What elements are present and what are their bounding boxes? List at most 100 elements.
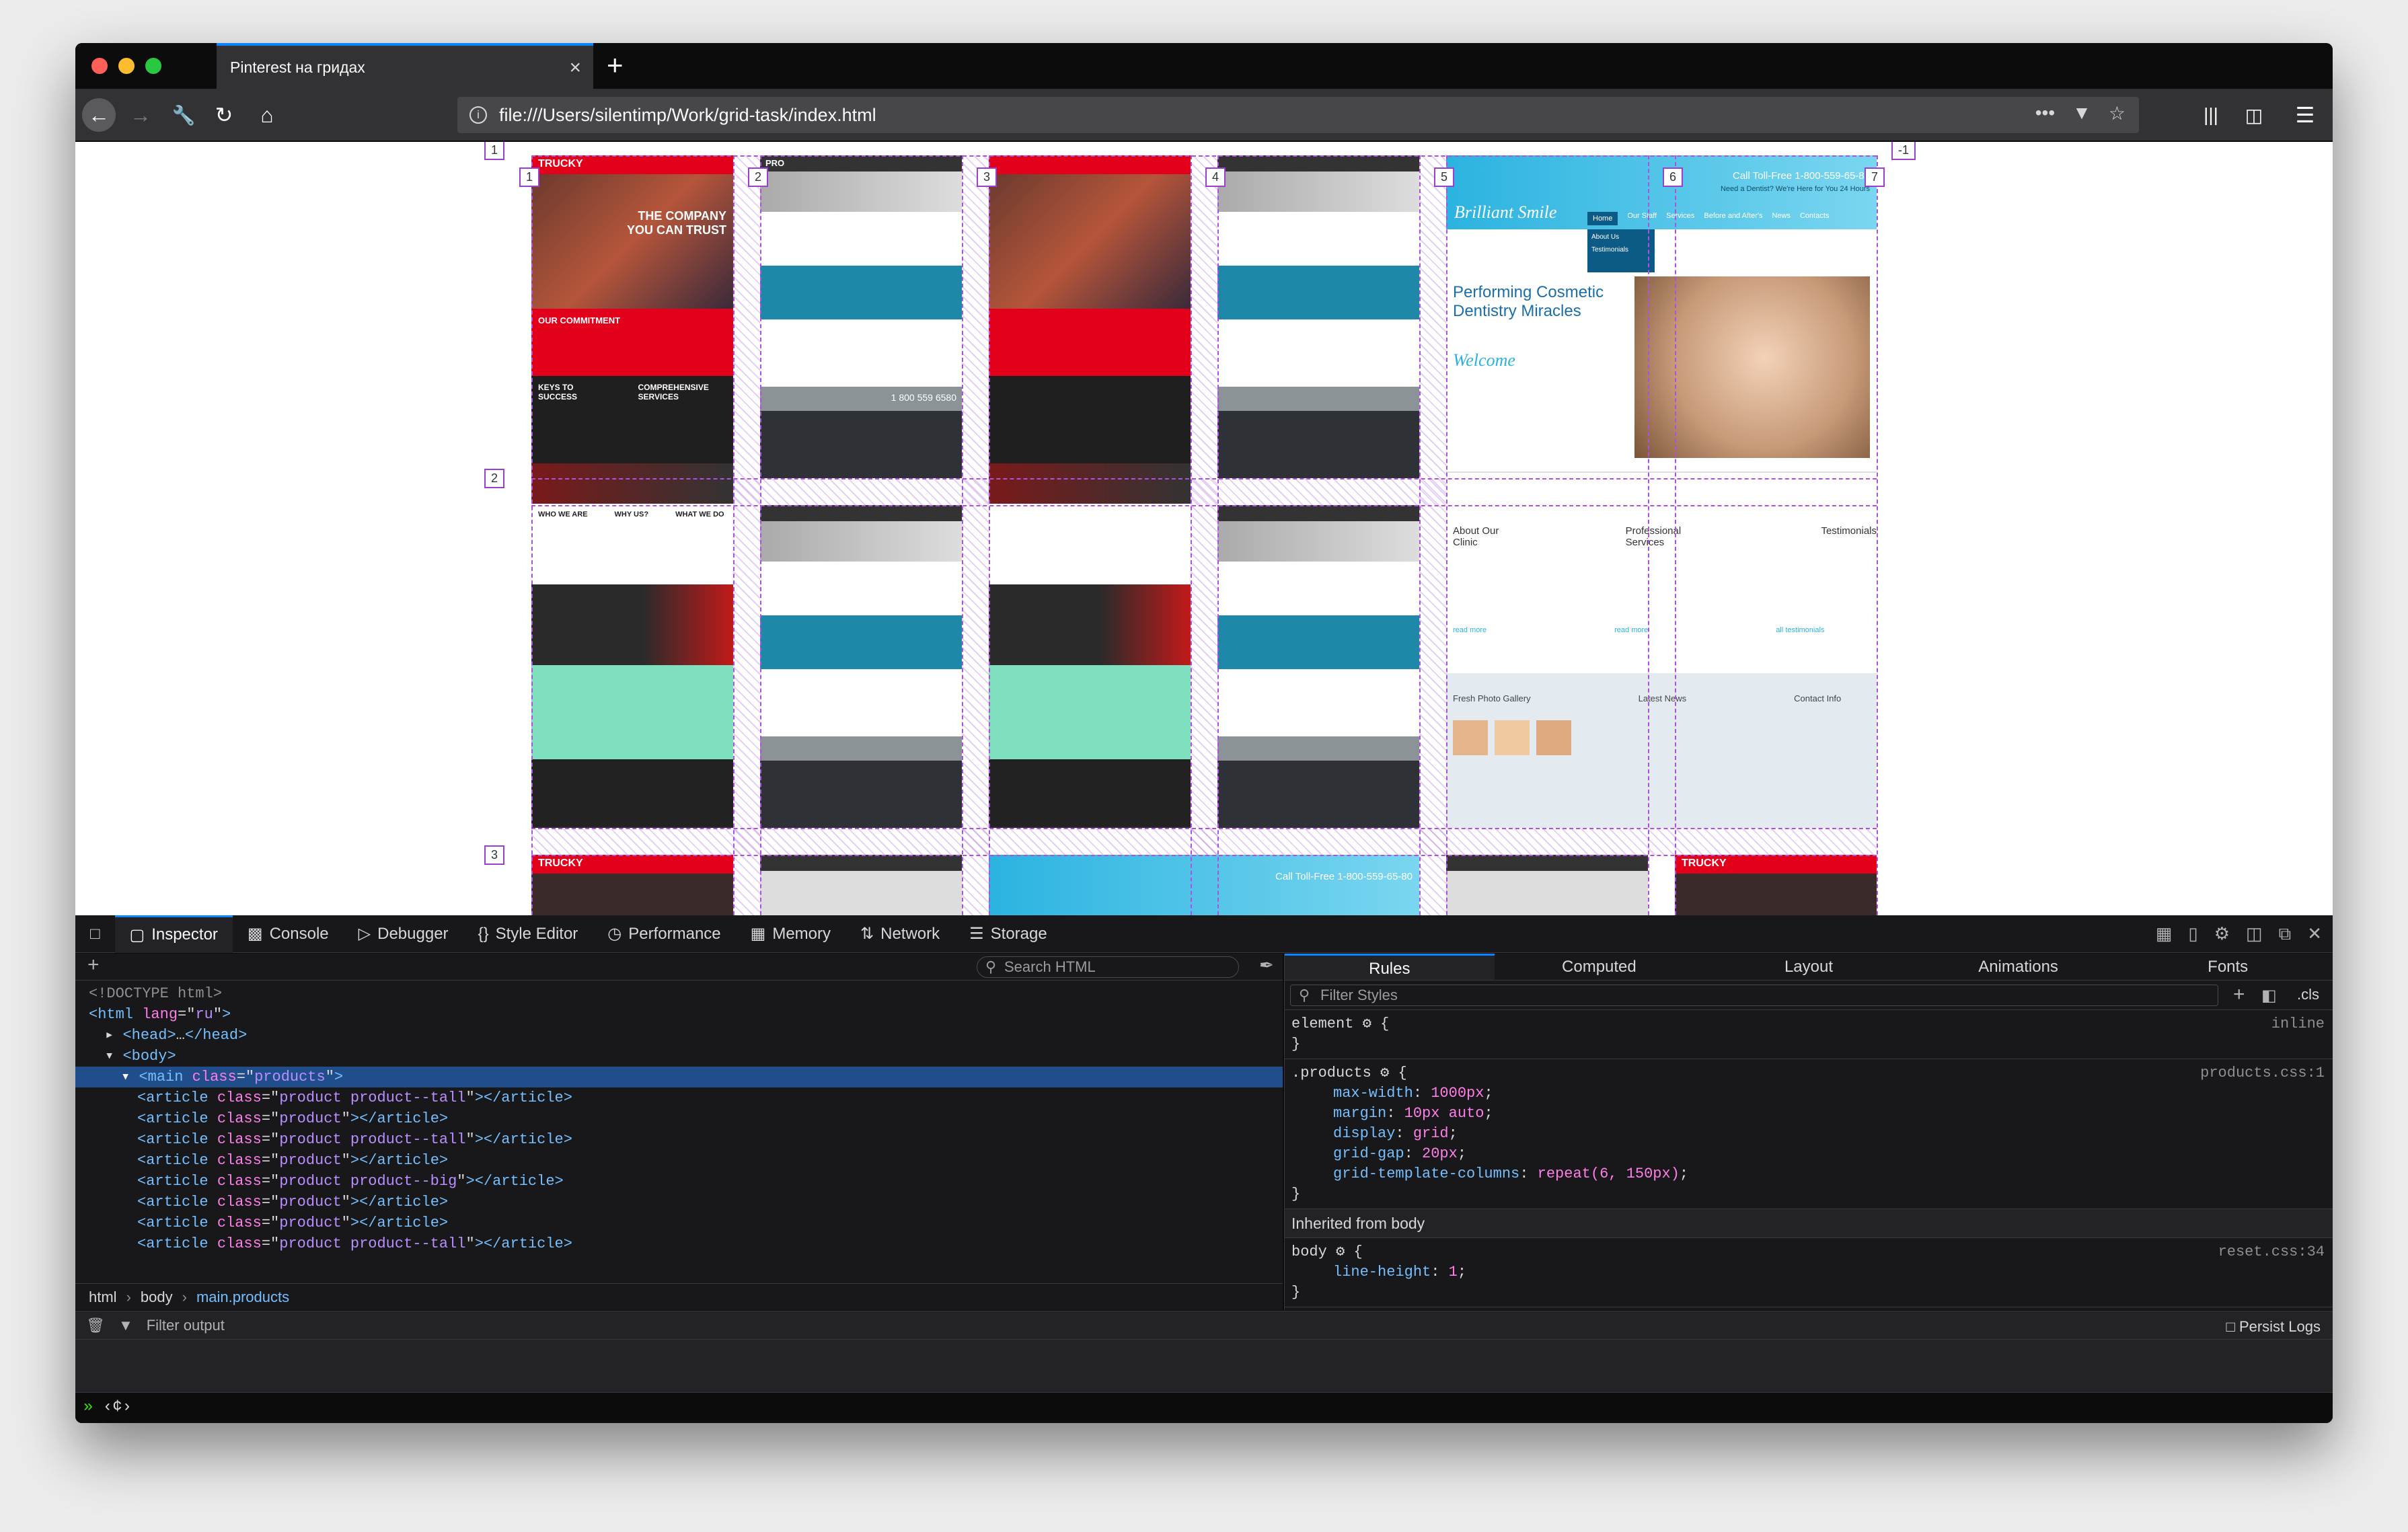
tab-memory[interactable]: ▦ Memory (736, 915, 845, 953)
product-card-pro[interactable] (760, 855, 962, 915)
reload-button[interactable]: ↻ (207, 98, 241, 132)
separate-window-icon[interactable]: ⧉ (2279, 923, 2292, 945)
product-card-pro[interactable] (1446, 855, 1648, 915)
product-card-brilliant-smile[interactable]: Call Toll-Free 1-800-559-65-80 (989, 855, 1419, 915)
rule-source[interactable]: inline (2271, 1014, 2325, 1034)
close-window-button[interactable] (91, 58, 108, 74)
css-declaration[interactable]: max-width: 1000px; (1291, 1083, 2326, 1104)
css-declaration[interactable]: line-height: 1; (1291, 1262, 2326, 1282)
css-declaration[interactable]: margin: 10px auto; (1291, 1104, 2326, 1124)
css-declaration[interactable]: grid-template-columns: repeat(6, 150px); (1291, 1164, 2326, 1184)
breadcrumb-main[interactable]: main.products (196, 1289, 289, 1306)
css-rule[interactable]: body ⚙ {reset.css:34 line-height: 1;} (1285, 1238, 2333, 1307)
gallery-thumb[interactable] (1495, 720, 1530, 755)
smile-nav-home[interactable]: Home (1587, 212, 1618, 225)
markup-node[interactable]: <html lang="ru"> (75, 1004, 1283, 1025)
css-declaration[interactable]: display: grid; (1291, 1124, 2326, 1144)
console-input[interactable]: » ‹¢› (75, 1392, 2333, 1423)
close-tab-icon[interactable]: × (569, 56, 581, 79)
product-card-trucky[interactable]: TRUCKY THE COMPANY YOU CAN TRUST OUR COM… (531, 155, 733, 828)
clear-console-icon[interactable]: 🗑 (86, 1317, 105, 1334)
smile-nav-news[interactable]: News (1772, 212, 1791, 225)
gallery-thumb[interactable] (1536, 720, 1571, 755)
css-rule[interactable]: .products ⚙ {products.css:1 max-width: 10… (1285, 1059, 2333, 1209)
tab-network[interactable]: ⇅ Network (845, 915, 954, 953)
product-card-trucky[interactable]: TRUCKY (1675, 855, 1877, 915)
cls-button[interactable]: .cls (2297, 986, 2319, 1003)
product-card-trucky[interactable]: TRUCKY (531, 855, 733, 915)
library-icon[interactable]: ||| (2194, 98, 2228, 132)
menu-icon[interactable]: ☰ (2288, 98, 2322, 132)
smile-nav-services[interactable]: Services (1666, 212, 1694, 225)
gallery-thumb[interactable] (1453, 720, 1488, 755)
smile-readmore[interactable]: read more (1453, 626, 1487, 634)
wrench-icon[interactable]: 🔧 (167, 98, 200, 132)
filter-styles-input[interactable]: ⚲ Filter Styles (1290, 985, 2218, 1006)
smile-sub-about[interactable]: About Us (1591, 233, 1651, 241)
pocket-icon[interactable]: ▼ (2072, 102, 2091, 124)
markup-node[interactable]: ▾ <main class="products"> (75, 1067, 1283, 1087)
smile-nav-contacts[interactable]: Contacts (1800, 212, 1829, 225)
pick-element-icon[interactable]: □ (75, 915, 115, 953)
tab-debugger[interactable]: ▷ Debugger (344, 915, 463, 953)
tab-performance[interactable]: ◷ Performance (593, 915, 735, 953)
breadcrumb-html[interactable]: html (89, 1289, 117, 1306)
new-tab-button[interactable]: + (607, 50, 624, 81)
eyedropper-icon[interactable]: ✒ (1259, 955, 1274, 976)
close-devtools-icon[interactable]: ✕ (2307, 923, 2322, 945)
product-card-pro[interactable] (760, 505, 962, 828)
frame-picker-icon[interactable]: ▦ (2156, 923, 2173, 945)
markup-node[interactable]: ▸ <head>…</head> (75, 1025, 1283, 1046)
forward-button[interactable]: → (124, 98, 157, 132)
tab-animations[interactable]: Animations (1914, 954, 2123, 980)
css-declaration[interactable]: grid-gap: 20px; (1291, 1144, 2326, 1164)
page-actions-icon[interactable]: ••• (2035, 102, 2055, 124)
markup-node[interactable]: <article class="product"></article> (75, 1108, 1283, 1129)
url-bar[interactable]: i file:///Users/silentimp/Work/grid-task… (457, 97, 2139, 133)
minimize-window-button[interactable] (118, 58, 135, 74)
settings-gear-icon[interactable]: ⚙ (2214, 923, 2230, 945)
smile-alltest[interactable]: all testimonials (1776, 626, 1824, 634)
css-rule[interactable]: element ⚙ {inline} (1285, 1010, 2333, 1059)
add-node-icon[interactable]: + (87, 954, 100, 976)
toggle-pseudo-icon[interactable]: ◧ (2261, 986, 2277, 1005)
browser-tab[interactable]: Pinterest на гридах × (217, 43, 593, 89)
smile-sub-testimonials[interactable]: Testimonials (1591, 246, 1651, 254)
rule-source[interactable]: reset.css:34 (2218, 1242, 2325, 1262)
smile-nav-staff[interactable]: Our Staff (1627, 212, 1657, 225)
markup-node[interactable]: <article class="product product--tall"><… (75, 1129, 1283, 1150)
dock-icon[interactable]: ◫ (2246, 923, 2263, 945)
markup-node[interactable]: <!DOCTYPE html> (75, 983, 1283, 1004)
tab-computed[interactable]: Computed (1495, 954, 1704, 980)
info-icon[interactable]: i (469, 106, 487, 124)
product-card-trucky[interactable] (989, 155, 1191, 828)
tab-style-editor[interactable]: {} Style Editor (463, 915, 593, 953)
tab-fonts[interactable]: Fonts (2123, 954, 2333, 980)
product-card-pro[interactable] (1217, 505, 1419, 828)
bookmark-star-icon[interactable]: ☆ (2109, 102, 2125, 124)
smile-readmore[interactable]: read more (1614, 626, 1648, 634)
markup-node[interactable]: <article class="product product--tall"><… (75, 1087, 1283, 1108)
tab-console[interactable]: ▩ Console (233, 915, 344, 953)
tab-storage[interactable]: ☰ Storage (954, 915, 1062, 953)
markup-node[interactable]: <article class="product product--big"></… (75, 1171, 1283, 1192)
markup-node[interactable]: <article class="product"></article> (75, 1192, 1283, 1213)
tab-layout[interactable]: Layout (1704, 954, 1914, 980)
product-card-pro[interactable]: PRO 1 800 559 6580 (760, 155, 962, 478)
product-card-pro[interactable] (1217, 155, 1419, 478)
responsive-design-icon[interactable]: ▯ (2188, 923, 2197, 945)
markup-node[interactable]: ▾ <body> (75, 1046, 1283, 1067)
home-button[interactable]: ⌂ (250, 98, 284, 132)
back-button[interactable]: ← (82, 98, 116, 132)
markup-node[interactable]: <article class="product"></article> (75, 1150, 1283, 1171)
persist-logs-checkbox[interactable]: □ Persist Logs (2226, 1318, 2321, 1336)
markup-node[interactable]: <article class="product product--tall"><… (75, 1233, 1283, 1254)
search-html-input[interactable]: ⚲ Search HTML (977, 956, 1239, 978)
filter-output-input[interactable]: Filter output (147, 1317, 225, 1334)
rule-source[interactable]: products.css:1 (2200, 1063, 2325, 1083)
smile-nav-before[interactable]: Before and After's (1704, 212, 1762, 225)
markup-node[interactable]: <article class="product"></article> (75, 1213, 1283, 1233)
add-rule-icon[interactable]: + (2233, 983, 2245, 1006)
tab-rules[interactable]: Rules (1285, 954, 1495, 980)
maximize-window-button[interactable] (145, 58, 161, 74)
